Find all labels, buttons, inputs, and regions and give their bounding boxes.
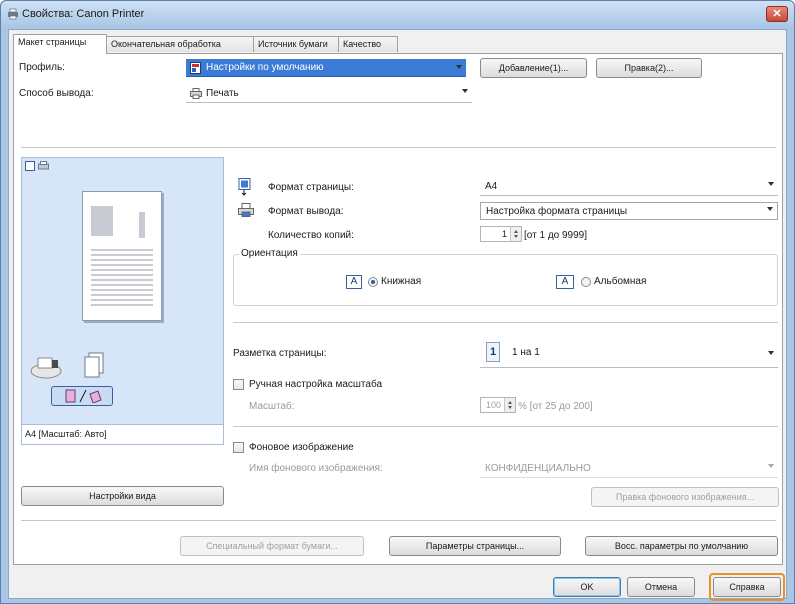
- tab-page-layout[interactable]: Макет страницы: [13, 34, 107, 54]
- output-size-dropdown-arrow-icon[interactable]: [767, 207, 773, 211]
- portrait-label[interactable]: Книжная: [381, 276, 421, 287]
- page-size-label: Формат страницы:: [268, 182, 354, 193]
- output-method-select[interactable]: Печать: [186, 85, 472, 103]
- ok-button[interactable]: OK: [553, 577, 621, 597]
- copies-spinner[interactable]: 1: [480, 226, 522, 242]
- cancel-button[interactable]: Отмена: [627, 577, 695, 597]
- layout-page-icon: 1: [486, 342, 500, 362]
- page-size-dropdown-arrow-icon[interactable]: [768, 182, 774, 186]
- tab-finishing[interactable]: Окончательная обработка: [106, 36, 254, 52]
- output-method-value: Печать: [206, 88, 239, 99]
- custom-paper-button[interactable]: Специальный формат бумаги...: [180, 536, 364, 556]
- help-button[interactable]: Справка: [713, 577, 781, 597]
- page-layout-panel: Профиль: Настройки по умолчанию Добавлен…: [13, 53, 783, 565]
- output-size-value: Настройка формата страницы: [486, 206, 628, 217]
- page-options-button[interactable]: Параметры страницы...: [389, 536, 561, 556]
- profile-icon: [190, 62, 201, 74]
- copies-label: Количество копий:: [268, 230, 354, 241]
- preview-mode-printer-icon[interactable]: [38, 161, 49, 171]
- page-size-select[interactable]: A4: [480, 178, 778, 196]
- watermark-name-value: КОНФИДЕНЦИАЛЬНО: [485, 463, 591, 474]
- profile-add-button[interactable]: Добавление(1)...: [480, 58, 587, 78]
- manual-scaling-label[interactable]: Ручная настройка масштаба: [249, 379, 382, 390]
- watermark-separator: [233, 426, 778, 427]
- top-separator: [21, 147, 776, 148]
- window-title: Свойства: Canon Printer: [22, 8, 145, 20]
- watermark-checkbox[interactable]: [233, 442, 244, 453]
- watermark-name-label: Имя фонового изображения:: [249, 463, 383, 474]
- restore-defaults-button[interactable]: Восс. параметры по умолчанию: [585, 536, 778, 556]
- landscape-a-icon: A: [556, 275, 574, 289]
- preview-scroll-block: [139, 212, 145, 238]
- preview-caption-box: А4 [Масштаб: Авто]: [21, 425, 224, 445]
- profile-label: Профиль:: [19, 62, 65, 73]
- printer-output-icon: [30, 357, 62, 379]
- page-layout-select[interactable]: 1 1 на 1: [480, 338, 778, 368]
- preview-box: [21, 157, 224, 425]
- stacked-pages-icon: [84, 352, 104, 378]
- watermark-name-select[interactable]: КОНФИДЕНЦИАЛЬНО: [480, 460, 778, 478]
- orientation-group: Ориентация A Книжная A Альбомная: [233, 248, 778, 306]
- scale-range: % [от 25 до 200]: [518, 401, 593, 412]
- portrait-a-icon: A: [346, 275, 362, 289]
- title-bar[interactable]: Свойства: Canon Printer ✕: [1, 1, 794, 28]
- portrait-landscape-switch-icon: [65, 389, 102, 403]
- copies-value: 1: [501, 229, 507, 239]
- orientation-title: Ориентация: [239, 248, 300, 259]
- output-size-select[interactable]: Настройка формата страницы: [480, 202, 778, 220]
- preview-page: [82, 191, 162, 321]
- preview-switch-button[interactable]: [51, 386, 113, 406]
- tab-paper-source[interactable]: Источник бумаги: [253, 36, 339, 52]
- manual-scaling-checkbox[interactable]: [233, 379, 244, 390]
- page-size-value: A4: [485, 181, 498, 192]
- preview-caption: А4 [Масштаб: Авто]: [25, 429, 107, 439]
- page-layout-dropdown-arrow-icon[interactable]: [768, 351, 774, 355]
- scale-spin-arrows-icon[interactable]: [504, 398, 515, 412]
- preview-mode-page-icon[interactable]: [25, 161, 35, 171]
- copies-range: [от 1 до 9999]: [524, 230, 588, 241]
- output-size-label: Формат вывода:: [268, 206, 344, 217]
- dialog-client-area: Макет страницы Окончательная обработка И…: [8, 29, 787, 601]
- preview-text-lines: [91, 246, 153, 306]
- preview-image-block: [91, 206, 113, 236]
- landscape-label[interactable]: Альбомная: [594, 276, 646, 287]
- output-method-dropdown-arrow-icon[interactable]: [462, 89, 468, 93]
- scale-label: Масштаб:: [249, 401, 295, 412]
- profile-value: Настройки по умолчанию: [206, 62, 324, 73]
- profile-select[interactable]: Настройки по умолчанию: [186, 59, 466, 77]
- preview-panel: А4 [Масштаб: Авто]: [21, 157, 224, 445]
- layout-separator: [233, 322, 778, 323]
- tab-quality[interactable]: Качество: [338, 36, 398, 52]
- watermark-dropdown-arrow-icon[interactable]: [768, 464, 774, 468]
- profile-dropdown-arrow-icon[interactable]: [456, 65, 462, 69]
- landscape-radio[interactable]: [581, 277, 591, 287]
- profile-edit-button[interactable]: Правка(2)...: [596, 58, 702, 78]
- page-layout-value: 1 на 1: [512, 347, 540, 358]
- close-button[interactable]: ✕: [766, 6, 788, 22]
- page-size-icon: [238, 178, 251, 196]
- printer-icon: [8, 8, 18, 20]
- copies-spin-arrows-icon[interactable]: [510, 227, 521, 241]
- output-size-icon: [238, 203, 254, 217]
- watermark-edit-button[interactable]: Правка фонового изображения...: [591, 487, 779, 507]
- portrait-radio[interactable]: [368, 277, 378, 287]
- printer-properties-window: Свойства: Canon Printer ✕ Макет страницы…: [0, 0, 795, 604]
- print-icon: [190, 88, 202, 99]
- close-icon: ✕: [772, 8, 782, 20]
- page-layout-label: Разметка страницы:: [233, 348, 327, 359]
- scale-value: 100: [485, 400, 501, 410]
- scale-spinner[interactable]: 100: [480, 397, 516, 413]
- view-settings-button[interactable]: Настройки вида: [21, 486, 224, 506]
- watermark-label[interactable]: Фоновое изображение: [249, 442, 354, 453]
- output-method-label: Способ вывода:: [19, 88, 94, 99]
- bottom-separator: [21, 520, 776, 521]
